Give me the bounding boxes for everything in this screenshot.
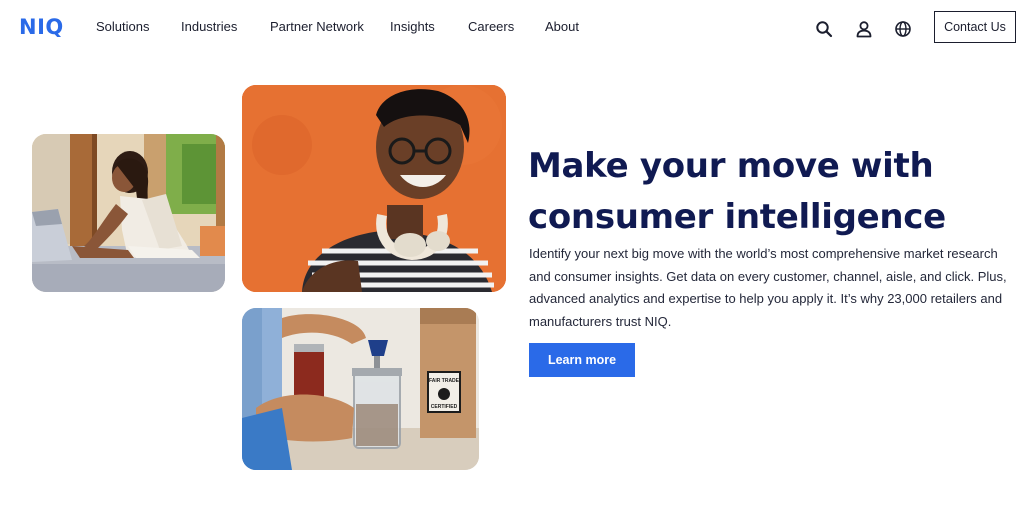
top-navigation: NIQ Solutions Industries Partner Network… [0, 0, 1024, 56]
hero-headline: Make your move with consumer intelligenc… [528, 141, 1008, 243]
hero-headline-line: Make your move with [528, 146, 934, 186]
learn-more-button[interactable]: Learn more [529, 343, 635, 377]
woman-laptop-photo [32, 134, 225, 292]
certified-label: CERTIFIED [431, 404, 458, 410]
nav-item-solutions[interactable]: Solutions [96, 19, 149, 35]
search-icon[interactable] [815, 20, 833, 38]
hero-description-line: advanced analytics and expertise to help… [529, 291, 1003, 307]
hero-headline-line: consumer intelligence [528, 197, 946, 237]
nav-item-insights[interactable]: Insights [390, 19, 435, 35]
nav-item-about[interactable]: About [545, 19, 579, 35]
hero-description-line: manufacturers trust NIQ. [529, 313, 672, 329]
nav-item-careers[interactable]: Careers [468, 19, 514, 35]
niq-logo[interactable]: NIQ [19, 14, 64, 40]
hero-description-line: and consumer insights. Get data on every… [529, 268, 1007, 284]
smiling-man-photo [242, 85, 506, 292]
hero-description-line: Identify your next big move with the wor… [529, 246, 998, 261]
contact-us-button[interactable]: Contact Us [934, 11, 1016, 43]
nav-item-partner-network[interactable]: Partner Network [270, 19, 364, 35]
nav-item-industries[interactable]: Industries [181, 19, 237, 35]
globe-icon[interactable] [894, 20, 912, 38]
fair-trade-label: FAIR TRADE [429, 378, 460, 384]
french-press-photo: FAIR TRADE CERTIFIED [242, 308, 479, 470]
hero-description: Identify your next big move with the wor… [529, 243, 1009, 333]
user-icon[interactable] [855, 20, 873, 38]
